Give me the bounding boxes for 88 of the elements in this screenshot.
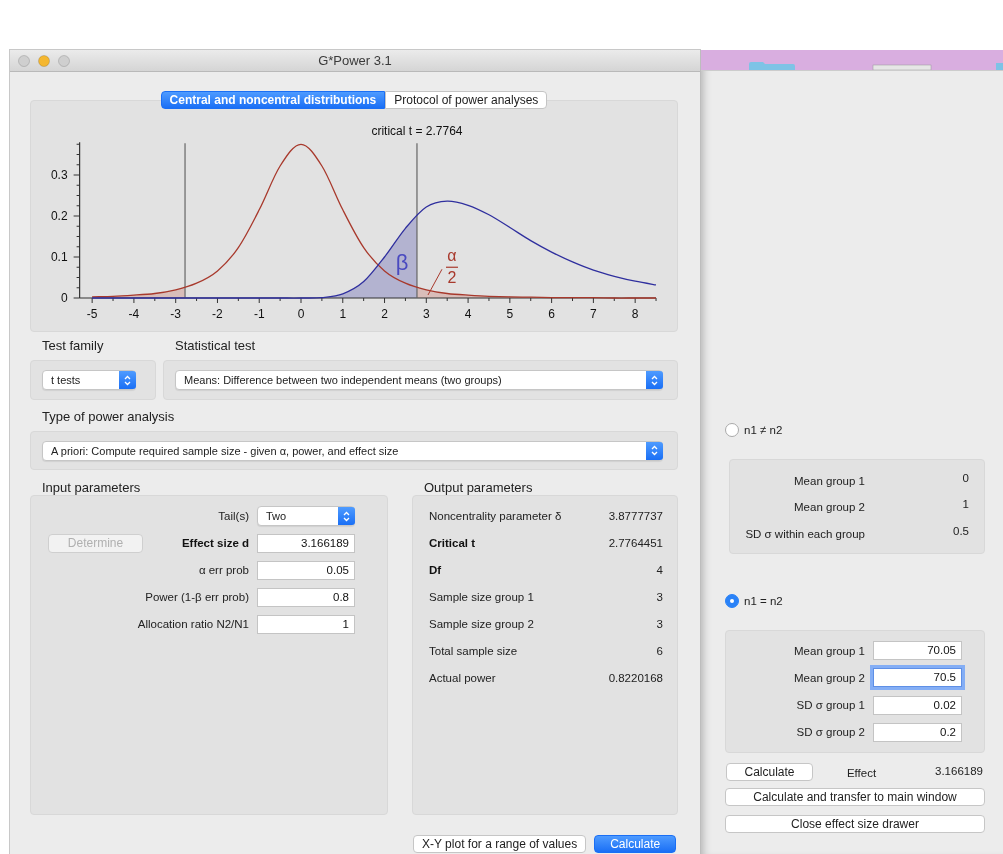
tick-label: 6 (548, 307, 555, 321)
statistical-test-popup[interactable]: Means: Difference between two independent means (two groups) (175, 370, 663, 390)
stepper-icon (646, 441, 663, 460)
parameter-label: SD σ group 2 (795, 726, 866, 739)
tick-label: 0 (297, 307, 305, 321)
parameter-value: 0 (961, 472, 969, 485)
close-button[interactable] (18, 54, 30, 67)
radio-button[interactable]: n1 = n2 (725, 593, 783, 609)
tick-label: -2 (212, 307, 223, 321)
parameter-label: Mean group 1 (793, 475, 866, 488)
tick-label: 7 (590, 307, 597, 321)
parameter-label: Noncentrality parameter δ (429, 510, 562, 522)
tick-label: 8 (631, 307, 639, 321)
parameter-label: Mean group 2 (793, 501, 866, 514)
parameter-value: 6 (656, 645, 663, 657)
parameter-label: SD σ within each group (744, 527, 866, 540)
parameter-label: Sample size group 2 (429, 618, 534, 630)
stepper-icon (338, 507, 355, 525)
input-field[interactable]: 0.05 (257, 560, 355, 580)
leader-line (427, 268, 443, 296)
tab[interactable]: Protocol of power analyses (385, 91, 548, 109)
parameter-label: Df (429, 564, 442, 576)
section-label: Output parameters (423, 481, 534, 495)
parameter-value: 3.8777737 (608, 510, 663, 522)
input-field[interactable]: 0.8 (257, 587, 355, 607)
radio-button[interactable]: n1 ≠ n2 (725, 422, 783, 438)
tick-label: -3 (170, 307, 182, 321)
parameter-label: Sample size group 1 (429, 591, 534, 603)
test-family-popup[interactable]: t tests (42, 370, 136, 390)
tick-label: 0.2 (50, 209, 68, 223)
parameter-label: Effect size d (180, 537, 250, 549)
alpha-label: 2 (447, 269, 457, 287)
section-label: Input parameters (41, 481, 142, 495)
parameter-value: 0.5 (952, 524, 969, 537)
input-field[interactable]: 0.02 (873, 695, 962, 715)
parameter-label: Tail(s) (217, 510, 250, 522)
effect-value: 3.166189 (934, 764, 984, 777)
window-title: G*Power 3.1 (318, 53, 392, 68)
input-field[interactable]: 3.166189 (257, 533, 355, 553)
tick-label: 5 (506, 307, 514, 321)
parameter-value: 3 (656, 618, 663, 630)
tick-label: 1 (339, 307, 347, 321)
parameter-value: 3 (656, 591, 663, 603)
parameter-label: Allocation ratio N2/N1 (136, 618, 250, 630)
parameter-label: Actual power (429, 672, 496, 684)
input-field[interactable]: 70.5 (873, 668, 962, 688)
section-label: Test family (41, 339, 105, 353)
stepper-icon (119, 371, 136, 389)
section-label: Type of power analysis (41, 410, 176, 424)
plot-button[interactable]: X-Y plot for a range of values (413, 835, 587, 853)
analysis-type-popup[interactable]: A priori: Compute required sample size - given α, power, and effect size (42, 440, 663, 461)
input-field[interactable]: 0.2 (873, 722, 962, 742)
parameter-label: Mean group 1 (793, 644, 866, 657)
tick-label: 2 (381, 307, 388, 321)
tab[interactable]: Central and noncentral distributions (160, 91, 386, 109)
tick-label: -4 (128, 307, 140, 321)
zoom-button[interactable] (58, 54, 70, 67)
tick-label: -5 (86, 307, 98, 321)
parameter-label: SD σ group 1 (795, 699, 866, 712)
calculate-button[interactable]: Calculate (594, 835, 677, 853)
tick-label: -1 (253, 307, 265, 321)
parameter-value: 2.7764451 (608, 537, 663, 549)
drawer-button[interactable]: Calculate and transfer to main window (725, 788, 985, 806)
beta-label: β (395, 250, 409, 276)
drawer-button[interactable]: Close effect size drawer (725, 815, 985, 833)
minimize-button[interactable] (38, 54, 50, 67)
alpha-label: α (447, 247, 457, 265)
parameter-value: 1 (961, 498, 969, 511)
input-field[interactable]: 1 (257, 614, 355, 634)
tick-label: 0.1 (50, 250, 68, 264)
parameter-label: α err prob (197, 564, 250, 576)
tails-popup[interactable]: Two (257, 506, 355, 526)
tick-label: 0 (60, 291, 68, 305)
tick-label: 4 (464, 307, 472, 321)
tick-label: 3 (422, 307, 430, 321)
parameter-label: Total sample size (429, 645, 518, 657)
calculate-button[interactable]: Calculate (726, 763, 813, 781)
parameter-label: Power (1-β err prob) (144, 591, 250, 603)
input-field[interactable]: 70.05 (873, 641, 962, 661)
critical-value-label: critical t = 2.7764 (371, 124, 463, 138)
effect-label: Effect (845, 767, 878, 779)
stepper-icon (646, 371, 663, 389)
parameter-value: 0.8220168 (608, 672, 663, 684)
parameter-value: 4 (656, 564, 663, 576)
parameter-label: Mean group 2 (793, 671, 866, 684)
section-label: Statistical test (174, 339, 257, 353)
parameter-label: Critical t (429, 537, 475, 549)
tick-label: 0.3 (50, 168, 68, 182)
